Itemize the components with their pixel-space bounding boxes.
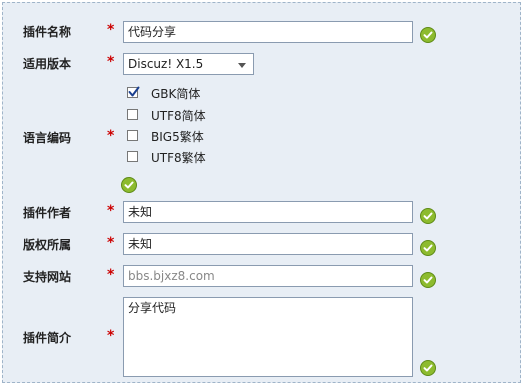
encoding-checkbox-gbk[interactable] [127,86,140,98]
encoding-checkbox-utf8-simplified[interactable] [127,109,138,120]
plugin-name-label: 插件名称 [23,25,72,39]
intro-textarea[interactable]: 分享代码 [123,297,413,377]
version-select-value: Discuz! X1.5 [128,57,204,71]
dropdown-arrow-icon [238,63,246,68]
version-required-mark: * [107,54,115,70]
checkmark-circle-icon [121,177,137,193]
encoding-option-label: BIG5繁体 [151,130,204,144]
author-input[interactable]: 未知 [123,201,413,223]
encoding-required-mark: * [107,128,115,144]
intro-label: 插件简介 [23,331,72,345]
website-input[interactable]: bbs.bjxz8.com [123,265,413,287]
checkmark-circle-icon [420,240,436,256]
checkmark-circle-icon [420,208,436,224]
encoding-checkbox-utf8-traditional[interactable] [127,151,138,162]
copyright-input[interactable]: 未知 [123,233,413,255]
checkbox-check-icon [128,86,140,97]
checkmark-circle-icon [420,27,436,43]
website-label: 支持网站 [23,270,72,284]
encoding-label: 语言编码 [23,131,72,145]
plugin-name-required-mark: * [107,22,115,38]
copyright-required-mark: * [107,235,115,251]
version-label: 适用版本 [23,57,72,71]
intro-required-mark: * [107,328,115,344]
author-required-mark: * [107,203,115,219]
checkmark-circle-icon [420,272,436,288]
author-label: 插件作者 [23,206,72,220]
website-required-mark: * [107,267,115,283]
encoding-checkbox-big5[interactable] [127,130,138,141]
encoding-option-label: GBK简体 [151,87,201,101]
copyright-label: 版权所属 [23,238,72,252]
version-select[interactable]: Discuz! X1.5 [123,53,254,75]
plugin-name-input[interactable]: 代码分享 [123,21,413,43]
plugin-form-panel: 插件名称 * 代码分享 适用版本 * Discuz! X1.5 GBK简体 UT… [2,2,521,383]
checkmark-circle-icon [420,360,436,376]
encoding-option-label: UTF8繁体 [151,151,206,165]
encoding-option-label: UTF8简体 [151,109,206,123]
